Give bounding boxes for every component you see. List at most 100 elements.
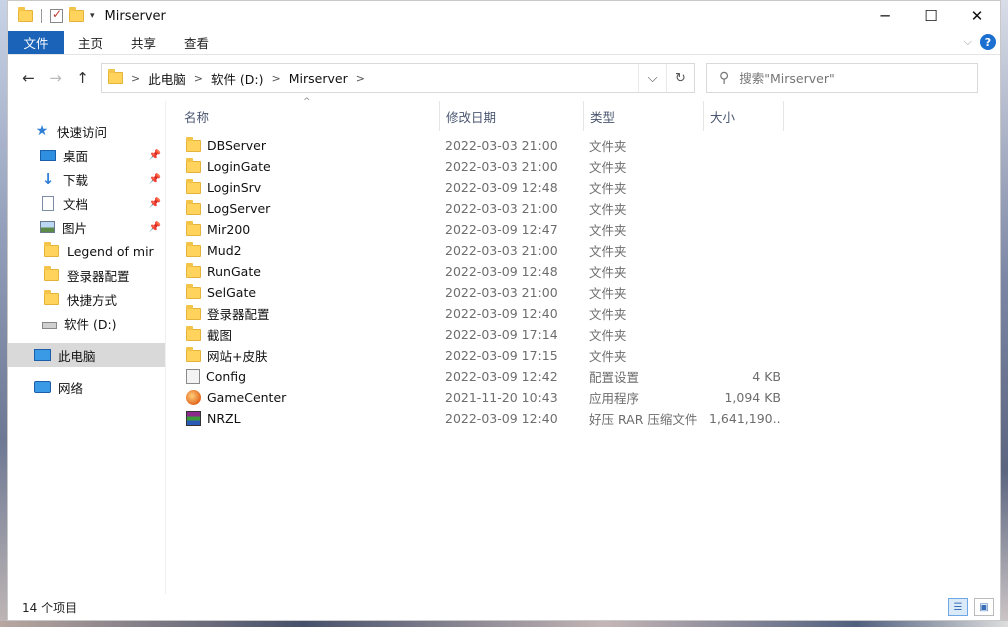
folder-icon [186, 241, 201, 257]
column-header-date[interactable]: 修改日期 [440, 101, 584, 131]
back-button[interactable]: ← [16, 66, 41, 91]
table-row[interactable]: SelGate 2022-03-03 21:00 文件夹 [166, 282, 1000, 303]
breadcrumb-drive[interactable]: 软件 (D:) [211, 69, 264, 88]
sidebar-item-launcher-config[interactable]: 登录器配置 [8, 263, 165, 287]
sidebar-item-documents[interactable]: 文档 📌 [8, 191, 165, 215]
column-header-type[interactable]: 类型 [584, 101, 704, 131]
tab-view[interactable]: 查看 [170, 31, 223, 54]
column-header-size[interactable]: 大小 [704, 101, 784, 131]
forward-button[interactable]: → [43, 66, 68, 91]
chevron-down-icon[interactable]: ⌵ [638, 64, 666, 92]
folder-icon [108, 69, 123, 84]
table-row[interactable]: NRZL 2022-03-09 12:40 好压 RAR 压缩文件 1,641,190… [166, 408, 1000, 429]
file-name-cell: LoginGate [186, 157, 445, 174]
file-type: 文件夹 [589, 265, 627, 280]
file-date: 2022-03-09 12:48 [445, 264, 558, 279]
file-date: 2022-03-09 12:42 [445, 369, 558, 384]
large-icons-view-button[interactable]: ▣ [974, 598, 994, 616]
file-type: 文件夹 [589, 181, 627, 196]
column-header-name[interactable]: 名称 [184, 101, 440, 131]
file-rows: DBServer 2022-03-03 21:00 文件夹 LoginGate 2022… [166, 131, 1000, 429]
sidebar-item-pictures[interactable]: 图片 📌 [8, 215, 165, 239]
table-row[interactable]: LogServer 2022-03-03 21:00 文件夹 [166, 198, 1000, 219]
table-row[interactable]: GameCenter 2021-11-20 10:43 应用程序 1,094 KB [166, 387, 1000, 408]
expand-ribbon-icon[interactable]: ⌵ [964, 35, 972, 49]
address-bar[interactable]: > 此电脑 > 软件 (D:) > Mirserver > ⌵ ↻ [101, 63, 695, 93]
help-icon[interactable]: ? [980, 34, 996, 50]
status-bar: 14 个项目 ☰ ▣ [8, 594, 1000, 620]
file-type: 文件夹 [589, 244, 627, 259]
file-name: 网站+皮肤 [207, 349, 268, 364]
table-row[interactable]: Mud2 2022-03-03 21:00 文件夹 [166, 240, 1000, 261]
customize-toolbar-icon[interactable]: ▾ [90, 11, 95, 21]
details-view-button[interactable]: ☰ [948, 598, 968, 616]
file-type: 文件夹 [589, 328, 627, 343]
folder-icon [186, 199, 201, 215]
table-row[interactable]: Mir200 2022-03-09 12:47 文件夹 [166, 219, 1000, 240]
chevron-right-icon[interactable]: > [131, 72, 140, 85]
table-row[interactable]: 网站+皮肤 2022-03-09 17:15 文件夹 [166, 345, 1000, 366]
table-row[interactable]: LoginSrv 2022-03-09 12:48 文件夹 [166, 177, 1000, 198]
chevron-right-icon[interactable]: > [194, 72, 203, 85]
file-name: SelGate [207, 285, 257, 300]
search-input[interactable] [739, 70, 960, 86]
breadcrumb-this-pc[interactable]: 此电脑 [148, 69, 186, 88]
refresh-icon[interactable]: ↻ [666, 64, 694, 92]
file-type: 文件夹 [589, 160, 627, 175]
title-bar[interactable]: ▾ Mirserver ─ ☐ ✕ [8, 1, 1000, 31]
file-name-cell: NRZL [186, 411, 445, 426]
sidebar-item-legend-of-mir[interactable]: Legend of mir [8, 239, 165, 263]
new-folder-icon[interactable] [69, 7, 84, 22]
maximize-button[interactable]: ☐ [908, 1, 954, 31]
desktop-wallpaper-bottom [0, 621, 1008, 627]
minimize-button[interactable]: ─ [862, 1, 908, 31]
sidebar-item-quick-access[interactable]: ★ 快速访问 [8, 119, 165, 143]
search-box[interactable]: ⚲ [706, 63, 978, 93]
table-row[interactable]: DBServer 2022-03-03 21:00 文件夹 [166, 135, 1000, 156]
properties-icon[interactable] [50, 7, 63, 23]
table-row[interactable]: 登录器配置 2022-03-09 12:40 文件夹 [166, 303, 1000, 324]
table-row[interactable]: Config 2022-03-09 12:42 配置设置 4 KB [166, 366, 1000, 387]
pin-icon: 📌 [148, 149, 161, 161]
file-type: 文件夹 [589, 202, 627, 217]
tab-share[interactable]: 共享 [117, 31, 170, 54]
file-name: NRZL [207, 411, 241, 426]
file-date: 2022-03-09 12:47 [445, 222, 558, 237]
file-type: 文件夹 [589, 349, 627, 364]
breadcrumb-mirserver[interactable]: Mirserver [289, 71, 348, 86]
table-row[interactable]: RunGate 2022-03-09 12:48 文件夹 [166, 261, 1000, 282]
folder-icon [186, 262, 201, 278]
sidebar-item-label: 登录器配置 [67, 268, 130, 284]
computer-icon [34, 349, 51, 361]
tab-file[interactable]: 文件 [8, 31, 64, 54]
close-button[interactable]: ✕ [954, 1, 1000, 31]
chevron-right-icon[interactable]: > [272, 72, 281, 85]
sidebar-item-label: 图片 [62, 220, 88, 236]
column-headers: ^ 名称 修改日期 类型 大小 [166, 97, 1000, 131]
file-type: 文件夹 [589, 223, 627, 238]
file-name: 登录器配置 [207, 307, 270, 322]
folder-icon [186, 346, 201, 362]
file-date: 2021-11-20 10:43 [445, 390, 558, 405]
sidebar-item-this-pc[interactable]: 此电脑 [8, 343, 165, 367]
sidebar-item-desktop[interactable]: 桌面 📌 [8, 143, 165, 167]
table-row[interactable]: 截图 2022-03-09 17:14 文件夹 [166, 324, 1000, 345]
tab-home[interactable]: 主页 [64, 31, 117, 54]
search-icon: ⚲ [719, 70, 730, 86]
up-button[interactable]: ↑ [70, 66, 95, 91]
file-type: 好压 RAR 压缩文件 [589, 412, 698, 427]
file-name: Mud2 [207, 243, 242, 258]
sidebar-item-shortcuts[interactable]: 快捷方式 [8, 287, 165, 311]
folder-icon [186, 304, 201, 320]
navigation-pane: ★ 快速访问 桌面 📌 ↓ 下载 📌 文档 📌 图片 📌 Legend of m… [8, 101, 166, 594]
chevron-right-icon[interactable]: > [356, 72, 365, 85]
sidebar-item-downloads[interactable]: ↓ 下载 📌 [8, 167, 165, 191]
address-bar-actions: ⌵ ↻ [638, 64, 694, 92]
desktop-wallpaper-right [1000, 0, 1008, 627]
sidebar-item-drive-d[interactable]: 软件 (D:) [8, 311, 165, 335]
item-count: 14 个项目 [22, 600, 78, 615]
sidebar-item-label: Legend of mir [67, 243, 154, 259]
sidebar-item-network[interactable]: 网络 [8, 375, 165, 399]
table-row[interactable]: LoginGate 2022-03-03 21:00 文件夹 [166, 156, 1000, 177]
pin-icon: 📌 [148, 173, 161, 185]
